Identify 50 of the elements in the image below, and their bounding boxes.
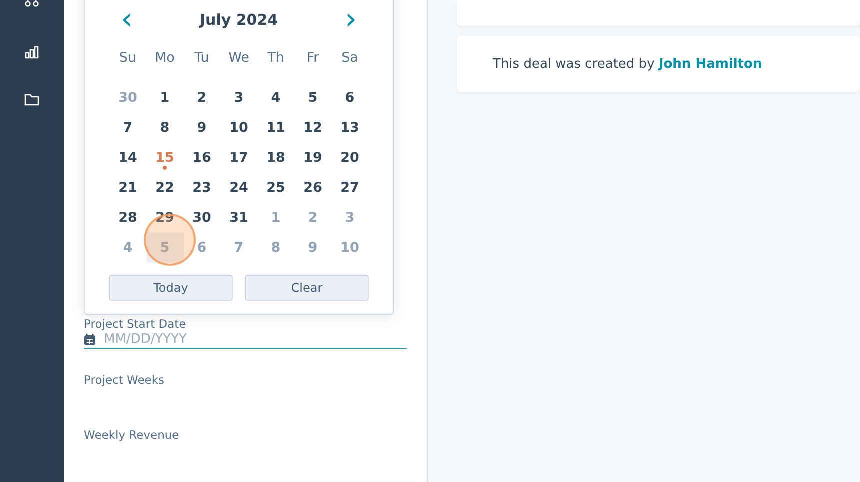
calendar-day[interactable]: 30	[184, 203, 220, 233]
folder-icon[interactable]	[24, 92, 40, 108]
weekday-label: Th	[266, 49, 286, 68]
previous-month-button[interactable]: ‹	[117, 9, 137, 31]
calendar-day[interactable]: 14	[110, 143, 146, 173]
calendar-day[interactable]: 20	[332, 143, 368, 173]
bar-chart-icon[interactable]	[24, 44, 40, 60]
clear-button[interactable]: Clear	[245, 275, 369, 301]
calendar-day[interactable]: 31	[220, 203, 258, 233]
calendar-day[interactable]: 9	[184, 113, 220, 143]
calendar-day[interactable]: 13	[332, 113, 368, 143]
next-month-button[interactable]: ›	[341, 9, 361, 31]
calendar-day[interactable]: 21	[110, 173, 146, 203]
calendar-day[interactable]: 26	[294, 173, 332, 203]
today-button[interactable]: Today	[109, 275, 233, 301]
calendar-day[interactable]: 5	[294, 83, 332, 113]
calendar-day[interactable]: 6	[332, 83, 368, 113]
field-label: Project Start Date	[84, 317, 188, 331]
calendar-day[interactable]: 27	[332, 173, 368, 203]
calendar-day[interactable]: 11	[258, 113, 294, 143]
calendar-day[interactable]: 12	[294, 113, 332, 143]
calendar-day[interactable]: 19	[294, 143, 332, 173]
weekday-label: Su	[118, 49, 138, 68]
calendar-day[interactable]: 10	[220, 113, 258, 143]
calendar-day[interactable]: 16	[184, 143, 220, 173]
calendar-day[interactable]: 22	[146, 173, 184, 203]
calendar-day[interactable]: 3	[220, 83, 258, 113]
field-label: Weekly Revenue	[84, 428, 180, 442]
today-dot	[163, 166, 167, 170]
weekday-label: Sa	[340, 49, 360, 68]
date-field[interactable]: MM/DD/YYYY	[102, 331, 407, 348]
weekday-label: Mo	[154, 49, 176, 68]
activity-text: This deal was created by John Hamilton	[493, 56, 762, 72]
calendar-day[interactable]: 1	[146, 83, 184, 113]
weekday-label: Tu	[194, 49, 210, 68]
calendar-day[interactable]: 2	[184, 83, 220, 113]
calendar-day[interactable]: 23	[184, 173, 220, 203]
calendar-day[interactable]: 25	[258, 173, 294, 203]
field-label: Project Weeks	[84, 373, 166, 387]
calendar-day[interactable]: 8	[146, 113, 184, 143]
weekday-label: We	[228, 49, 250, 68]
calendar-day[interactable]: 18	[258, 143, 294, 173]
calendar-icon	[84, 334, 96, 346]
calendar-day[interactable]: 17	[220, 143, 258, 173]
calendar-day[interactable]: 4	[258, 83, 294, 113]
calendar-day[interactable]: 28	[110, 203, 146, 233]
calendar-day[interactable]: 7	[110, 113, 146, 143]
month-title: July 2024	[200, 11, 278, 29]
calendar-day[interactable]: 24	[220, 173, 258, 203]
weekday-label: Fr	[306, 49, 320, 68]
